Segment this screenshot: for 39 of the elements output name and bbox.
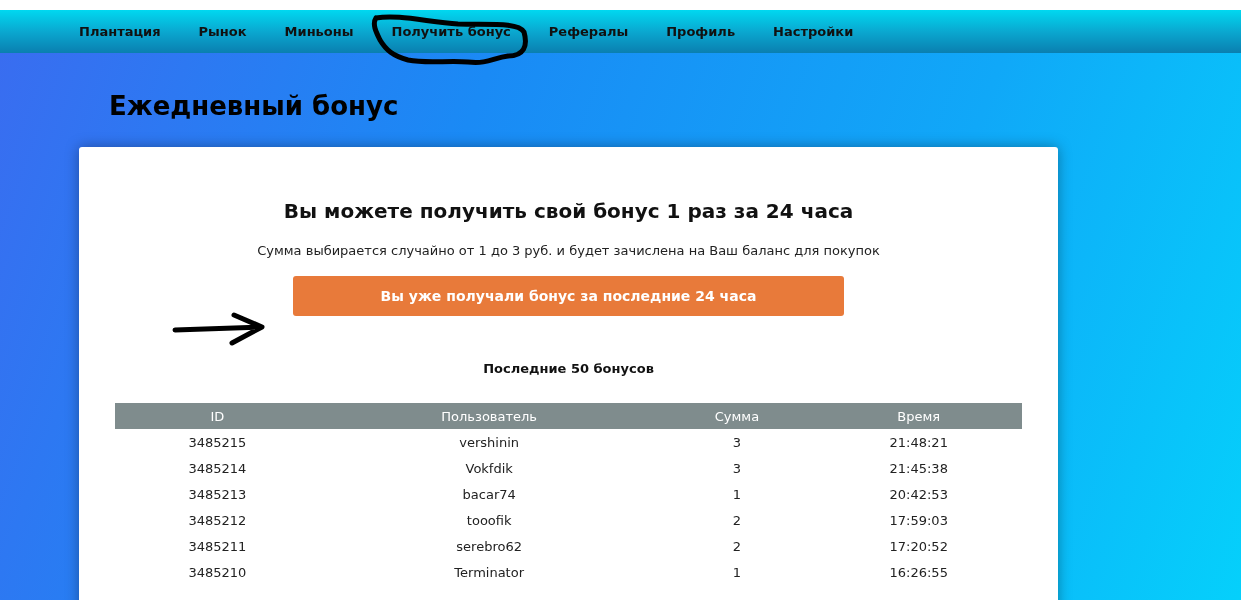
table-title: Последние 50 бонусов [483,361,654,376]
table-cell-text: 21:45:38 [888,459,949,478]
nav-link[interactable]: Рынок [198,24,247,39]
table-cell-text: 17:20:52 [888,537,949,556]
table-cell-text: bacar74 [461,485,517,504]
table-cell: 21:48:21 [815,429,1022,455]
nav-link[interactable]: Настройки [773,24,854,39]
table-cell-text: serebro62 [455,537,523,556]
page-title: Ежедневный бонус [109,91,400,121]
table-cell-text: 3 [731,459,743,478]
table-cell-text: 1 [731,485,743,504]
table-cell-text: 3485213 [187,485,248,504]
card-description: Сумма выбирается случайно от 1 до 3 руб. и будет зачислена на Ваш баланс для покупок [257,243,880,258]
table-cell-text: 2 [731,511,743,530]
column-header: Сумма [658,403,816,429]
table-cell-text: tooofik [465,511,513,530]
table-cell-text: 3485210 [187,563,248,582]
table-cell: 3485215 [115,429,320,455]
table-cell-text: 1 [731,563,743,582]
table-cell: 3 [658,429,816,455]
table-cell-text: Vokfdik [464,459,514,478]
table-cell-text: 2 [731,537,743,556]
table-cell-text: 17:59:03 [888,511,949,530]
nav-link[interactable]: Профиль [666,24,736,39]
nav-link[interactable]: Получить бонус [391,24,511,39]
table-cell-text: 20:42:53 [888,485,949,504]
table-cell: vershinin [319,429,659,455]
table-cell-text: 16:26:55 [888,563,949,582]
column-header: ID [115,403,320,429]
table-cell-text: Terminator [453,563,526,582]
table-cell-text: 3485211 [187,537,248,556]
nav-link[interactable]: Миньоны [284,24,354,39]
column-header: Пользователь [319,403,659,429]
table-cell-text: 3485212 [187,511,248,530]
column-header: Время [815,403,1022,429]
nav-link[interactable]: Плантация [79,24,161,39]
nav-link[interactable]: Рефералы [548,24,629,39]
table-cell-text: 3485214 [187,459,248,478]
card-heading: Вы можете получить свой бонус 1 раз за 24 часа [283,199,854,223]
